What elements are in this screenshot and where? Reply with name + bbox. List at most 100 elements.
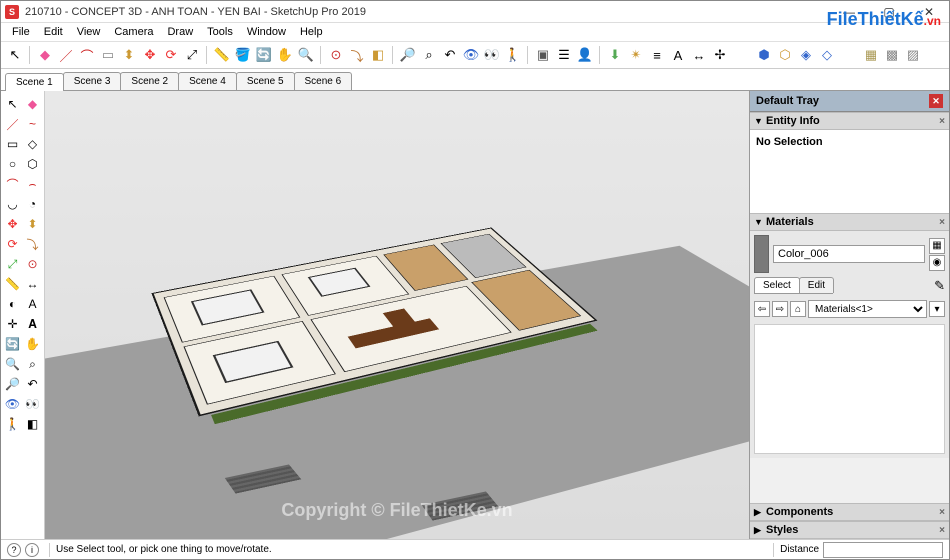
orbit-icon[interactable]: 🔄 <box>4 335 22 353</box>
text-icon[interactable]: A <box>668 45 688 65</box>
move-icon[interactable]: ✥ <box>4 215 22 233</box>
menu-file[interactable]: File <box>5 25 37 39</box>
eyedropper-icon[interactable]: ✎ <box>934 278 945 294</box>
section-icon[interactable]: ◧ <box>24 415 42 433</box>
eraser-icon[interactable]: ◆ <box>35 45 55 65</box>
select-icon[interactable]: ↖ <box>5 45 25 65</box>
solid-trim-icon[interactable]: ◇ <box>817 45 837 65</box>
arc-icon[interactable]: ⌒ <box>4 175 22 193</box>
menu-window[interactable]: Window <box>240 25 293 39</box>
orbit-icon[interactable]: 🔄 <box>254 45 274 65</box>
default-material-icon[interactable]: ◉ <box>929 255 945 271</box>
tape-icon[interactable]: 📏 <box>4 275 22 293</box>
scene-tab[interactable]: Scene 4 <box>178 72 237 90</box>
dimension-icon[interactable]: ↔ <box>689 45 709 65</box>
scene-tab[interactable]: Scene 6 <box>294 72 353 90</box>
tray-header[interactable]: Default Tray ✕ <box>750 91 949 112</box>
panel-close-icon[interactable]: × <box>939 116 945 127</box>
walk-icon[interactable]: 🚶 <box>503 45 523 65</box>
person-icon[interactable]: 👤 <box>575 45 595 65</box>
rectangle-icon[interactable]: ▭ <box>4 135 22 153</box>
scene-tab[interactable]: Scene 3 <box>63 72 122 90</box>
rectangle-icon[interactable]: ▭ <box>98 45 118 65</box>
look-around-icon[interactable]: 👀 <box>482 45 502 65</box>
zoom-window-icon[interactable]: ⌕ <box>419 45 439 65</box>
scene-tab[interactable]: Scene 5 <box>236 72 295 90</box>
solid-intersect-icon[interactable]: ◈ <box>796 45 816 65</box>
material-swatch[interactable] <box>754 235 769 273</box>
measurement-input[interactable] <box>823 542 943 558</box>
materials-header[interactable]: ▼ Materials × <box>750 213 949 231</box>
pan-icon[interactable]: ✋ <box>275 45 295 65</box>
menu-edit[interactable]: Edit <box>37 25 70 39</box>
freehand-icon[interactable]: ~ <box>24 115 42 133</box>
zoom-window-icon[interactable]: ⌕ <box>24 355 42 373</box>
offset-icon[interactable]: ⊙ <box>326 45 346 65</box>
polygon-icon[interactable]: ⬡ <box>24 155 42 173</box>
menu-help[interactable]: Help <box>293 25 330 39</box>
materials-tab-edit[interactable]: Edit <box>799 277 834 293</box>
details-icon[interactable]: ▾ <box>929 301 945 317</box>
line-icon[interactable]: ／ <box>4 115 22 133</box>
material-name-input[interactable] <box>773 245 925 263</box>
previous-view-icon[interactable]: ↶ <box>24 375 42 393</box>
help-icon[interactable]: ? <box>7 543 21 557</box>
3dtext-icon[interactable]: ✢ <box>710 45 730 65</box>
scene-tab[interactable]: Scene 1 <box>5 73 64 91</box>
entity-info-header[interactable]: ▼ Entity Info × <box>750 112 949 130</box>
protractor-icon[interactable]: ◐ <box>4 295 22 313</box>
menu-draw[interactable]: Draw <box>160 25 200 39</box>
scene-tab[interactable]: Scene 2 <box>120 72 179 90</box>
style2-icon[interactable]: ▩ <box>882 45 902 65</box>
zoom-icon[interactable]: 🔍 <box>4 355 22 373</box>
components-header[interactable]: ▶ Components × <box>750 503 949 521</box>
panel-close-icon[interactable]: × <box>939 525 945 536</box>
zoom-icon[interactable]: 🔍 <box>296 45 316 65</box>
solid-subtract-icon[interactable]: ⬡ <box>775 45 795 65</box>
outliner-icon[interactable]: ☰ <box>554 45 574 65</box>
2pt-arc-icon[interactable]: ⌢ <box>24 175 42 193</box>
rotate-icon[interactable]: ⟳ <box>161 45 181 65</box>
menu-view[interactable]: View <box>70 25 108 39</box>
forward-icon[interactable]: ⇨ <box>772 301 788 317</box>
eraser-icon[interactable]: ◆ <box>24 95 42 113</box>
3dtext-icon[interactable]: 𝐀 <box>24 315 42 333</box>
followme-icon[interactable]: ⤵ <box>24 235 42 253</box>
pushpull-icon[interactable]: ⬍ <box>24 215 42 233</box>
solid-union-icon[interactable]: ⬢ <box>754 45 774 65</box>
maximize-button[interactable]: ▢ <box>869 1 909 23</box>
materials-library-select[interactable]: Materials<1> <box>808 300 927 318</box>
line-icon[interactable]: ／ <box>56 45 76 65</box>
pan-icon[interactable]: ✋ <box>24 335 42 353</box>
warehouse-icon[interactable]: ⬇ <box>605 45 625 65</box>
offset-icon[interactable]: ⊙ <box>24 255 42 273</box>
back-icon[interactable]: ⇦ <box>754 301 770 317</box>
materials-grid[interactable] <box>754 324 945 454</box>
scale-icon[interactable]: ⤢ <box>4 255 22 273</box>
make-component-icon[interactable]: ▣ <box>533 45 553 65</box>
followme-icon[interactable]: ⤵ <box>347 45 367 65</box>
style3-icon[interactable]: ▨ <box>903 45 923 65</box>
rotate-icon[interactable]: ⟳ <box>4 235 22 253</box>
home-icon[interactable]: ⌂ <box>790 301 806 317</box>
axes-icon[interactable]: ✛ <box>4 315 22 333</box>
zoom-extents-icon[interactable]: 🔎 <box>398 45 418 65</box>
materials-tab-select[interactable]: Select <box>754 277 800 293</box>
pushpull-icon[interactable]: ⬍ <box>119 45 139 65</box>
layers-icon[interactable]: ≡ <box>647 45 667 65</box>
previous-icon[interactable]: ↶ <box>440 45 460 65</box>
menu-camera[interactable]: Camera <box>107 25 160 39</box>
pie-icon[interactable]: ◔ <box>24 195 42 213</box>
section-icon[interactable]: ◧ <box>368 45 388 65</box>
select-icon[interactable]: ↖ <box>4 95 22 113</box>
circle-icon[interactable]: ○ <box>4 155 22 173</box>
3pt-arc-icon[interactable]: ◡ <box>4 195 22 213</box>
panel-close-icon[interactable]: × <box>939 507 945 518</box>
arc-icon[interactable]: ⌒ <box>77 45 97 65</box>
info-icon[interactable]: i <box>25 543 39 557</box>
look-around-icon[interactable]: 👀 <box>24 395 42 413</box>
style1-icon[interactable]: ▦ <box>861 45 881 65</box>
walk-icon[interactable]: 🚶 <box>4 415 22 433</box>
zoom-extents-icon[interactable]: 🔎 <box>4 375 22 393</box>
panel-close-icon[interactable]: × <box>939 217 945 228</box>
